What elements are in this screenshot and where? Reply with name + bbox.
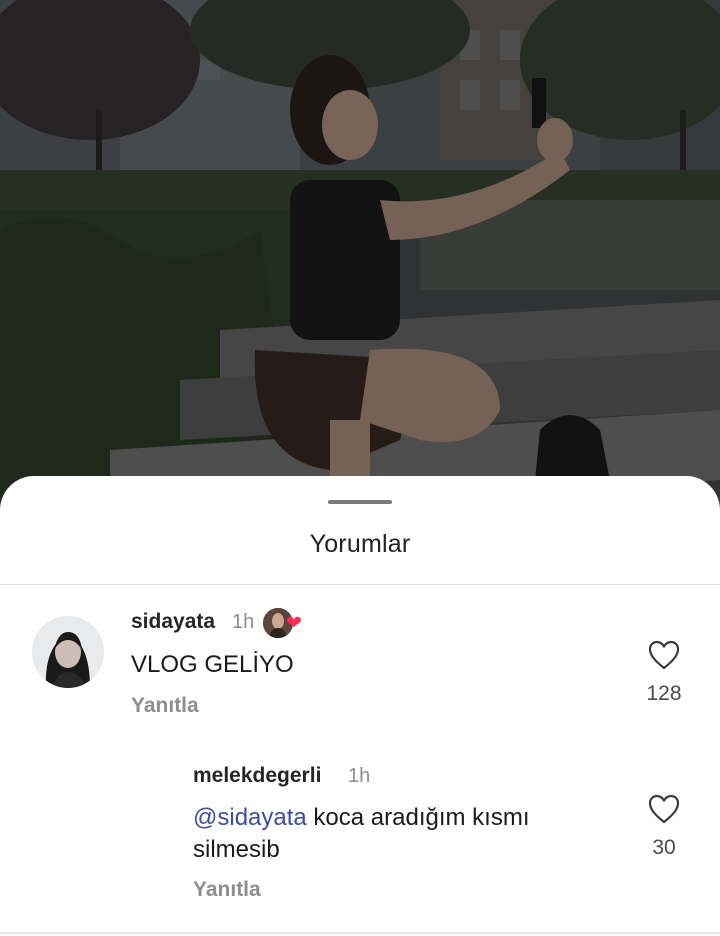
bottom-divider [0,932,720,934]
red-heart-icon: ❤ [286,613,302,634]
mention-link[interactable]: @sidayata [193,804,307,831]
comment-username[interactable]: melekdegerli [193,764,321,788]
comment-username[interactable]: sidayata [131,610,215,634]
divider [0,584,720,585]
comment-text: @sidayata koca aradığım kısmı silmesib [193,802,613,866]
reply-button[interactable]: Yanıtla [193,878,261,902]
sheet-title: Yorumlar [309,530,411,558]
comment-time: 1h [348,765,371,787]
comment-text-line1: koca aradığım kısmı [306,804,530,831]
heart-outline-icon[interactable] [648,794,680,824]
comment-text-line2: silmesib [193,836,280,863]
comments-sheet: Yorumlar sidayata 1h ❤ VLOG GELİYO Yanıt… [0,476,720,936]
sheet-drag-handle[interactable] [328,500,392,504]
like-count: 128 [646,682,682,705]
heart-outline-icon[interactable] [648,640,680,670]
avatar[interactable] [32,616,104,688]
comment-text: VLOG GELİYO [131,651,294,678]
reply-button[interactable]: Yanıtla [131,694,199,718]
background-photo [0,0,720,520]
like-count: 30 [652,836,676,859]
comment-time: 1h [232,611,255,633]
